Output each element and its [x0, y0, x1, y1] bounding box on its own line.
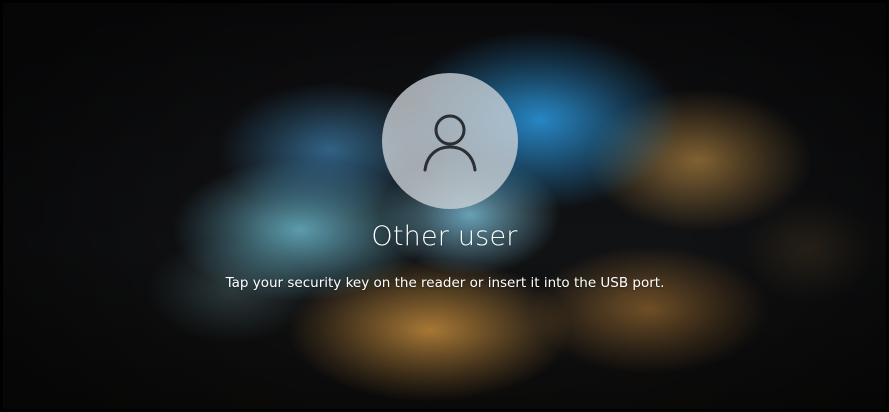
user-silhouette-icon: [423, 114, 477, 172]
user-avatar: [382, 73, 518, 209]
username-label: Other user: [371, 221, 518, 252]
lock-screen: Other user Tap your security key on the …: [0, 0, 889, 412]
security-key-instruction: Tap your security key on the reader or i…: [225, 275, 665, 291]
